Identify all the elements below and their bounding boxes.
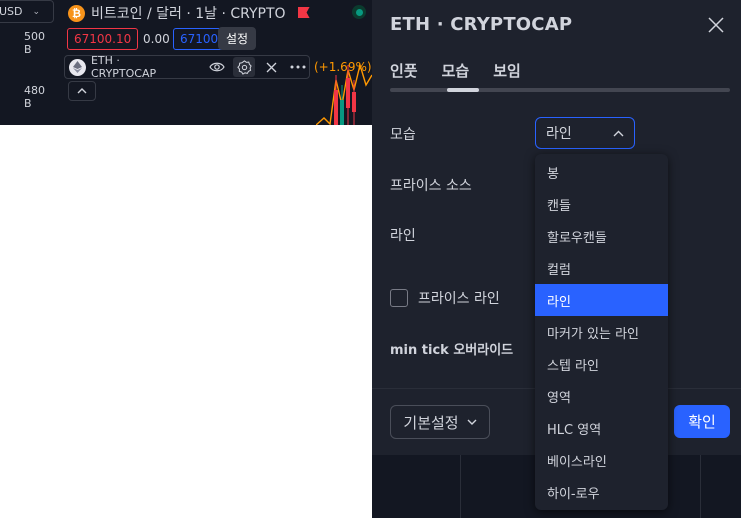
- min-tick-label: min tick 오버라이드: [390, 343, 514, 358]
- style-select[interactable]: 라인: [535, 117, 635, 149]
- chevron-up-icon: [77, 88, 87, 94]
- chart-area[interactable]: USD ⌄ 500 B 480 B ₿ 비트코인 / 달러 · 1날 · CRY…: [0, 0, 372, 125]
- gear-icon[interactable]: [233, 57, 256, 77]
- settings-tooltip: 설정: [218, 27, 257, 50]
- tab-style[interactable]: 모습: [442, 60, 470, 89]
- market-status-icon[interactable]: [352, 5, 366, 19]
- ethereum-icon: [69, 58, 86, 76]
- defaults-button[interactable]: 기본설정: [390, 405, 490, 439]
- dropdown-item-candles[interactable]: 캔들: [535, 188, 668, 220]
- dropdown-item-baseline[interactable]: 베이스라인: [535, 444, 668, 476]
- y-axis-label-top: 500 B: [24, 30, 45, 56]
- close-icon[interactable]: [260, 57, 282, 77]
- ok-button[interactable]: 확인: [674, 405, 730, 438]
- dropdown-item-area[interactable]: 영역: [535, 380, 668, 412]
- flag-icon[interactable]: [298, 7, 310, 19]
- indicator-legend[interactable]: ETH · CRYPTOCAP: [64, 54, 310, 80]
- defaults-button-label: 기본설정: [403, 413, 459, 432]
- symbol-title[interactable]: ₿ 비트코인 / 달러 · 1날 · CRYPTO: [68, 3, 310, 23]
- price-line-checkbox[interactable]: [390, 289, 408, 307]
- currency-select[interactable]: USD ⌄: [0, 0, 54, 23]
- chevron-down-icon: [467, 419, 477, 425]
- tab-visibility[interactable]: 보임: [493, 60, 521, 89]
- dialog-tabs: 인풋 모습 보임: [390, 60, 521, 89]
- dropdown-item-line[interactable]: 라인: [535, 284, 668, 316]
- chevron-up-icon: [613, 130, 624, 136]
- dropdown-item-step-line[interactable]: 스텝 라인: [535, 348, 668, 380]
- bitcoin-icon: ₿: [68, 4, 85, 22]
- style-label: 모습: [390, 127, 416, 143]
- grid-line: [460, 455, 461, 518]
- price-line-label: 프라이스 라인: [418, 291, 500, 307]
- legend-symbol: ETH · CRYPTOCAP: [90, 54, 157, 80]
- dropdown-item-line-with-markers[interactable]: 마커가 있는 라인: [535, 316, 668, 348]
- line-label: 라인: [390, 228, 416, 244]
- candlestick-series: [316, 62, 372, 125]
- blank-area: [0, 125, 372, 518]
- price-source-label: 프라이스 소스: [390, 178, 472, 194]
- collapse-legend-button[interactable]: [68, 81, 96, 101]
- dialog-close-button[interactable]: [705, 14, 727, 36]
- sell-price-button[interactable]: 67100.10: [67, 28, 139, 50]
- currency-label: USD: [0, 5, 23, 18]
- dropdown-item-columns[interactable]: 컬럼: [535, 252, 668, 284]
- style-dropdown: 봉 캔들 할로우캔들 컬럼 라인 마커가 있는 라인 스텝 라인 영역 HLC …: [535, 154, 668, 510]
- tab-inputs[interactable]: 인풋: [390, 60, 418, 89]
- chevron-down-icon: ⌄: [32, 6, 41, 17]
- dropdown-item-bars[interactable]: 봉: [535, 156, 668, 188]
- dropdown-item-hlc-area[interactable]: HLC 영역: [535, 412, 668, 444]
- dropdown-item-high-low[interactable]: 하이-로우: [535, 476, 668, 508]
- tab-active-indicator: [447, 88, 479, 92]
- symbol-title-text: 비트코인 / 달러 · 1날 · CRYPTO: [91, 6, 286, 22]
- dropdown-item-hollow-candles[interactable]: 할로우캔들: [535, 220, 668, 252]
- screen: USD ⌄ 500 B 480 B ₿ 비트코인 / 달러 · 1날 · CRY…: [0, 0, 741, 518]
- spread-value: 0.00: [143, 32, 170, 46]
- tabs-underline: [390, 88, 730, 92]
- dialog-title: ETH · CRYPTOCAP: [390, 14, 573, 35]
- more-icon[interactable]: [287, 57, 309, 77]
- y-axis-label-bottom: 480 B: [24, 84, 45, 110]
- close-icon: [708, 17, 724, 33]
- grid-line: [700, 455, 701, 518]
- style-select-value: 라인: [546, 126, 572, 142]
- price-line-row[interactable]: 프라이스 라인: [390, 288, 500, 308]
- eye-icon[interactable]: [206, 57, 228, 77]
